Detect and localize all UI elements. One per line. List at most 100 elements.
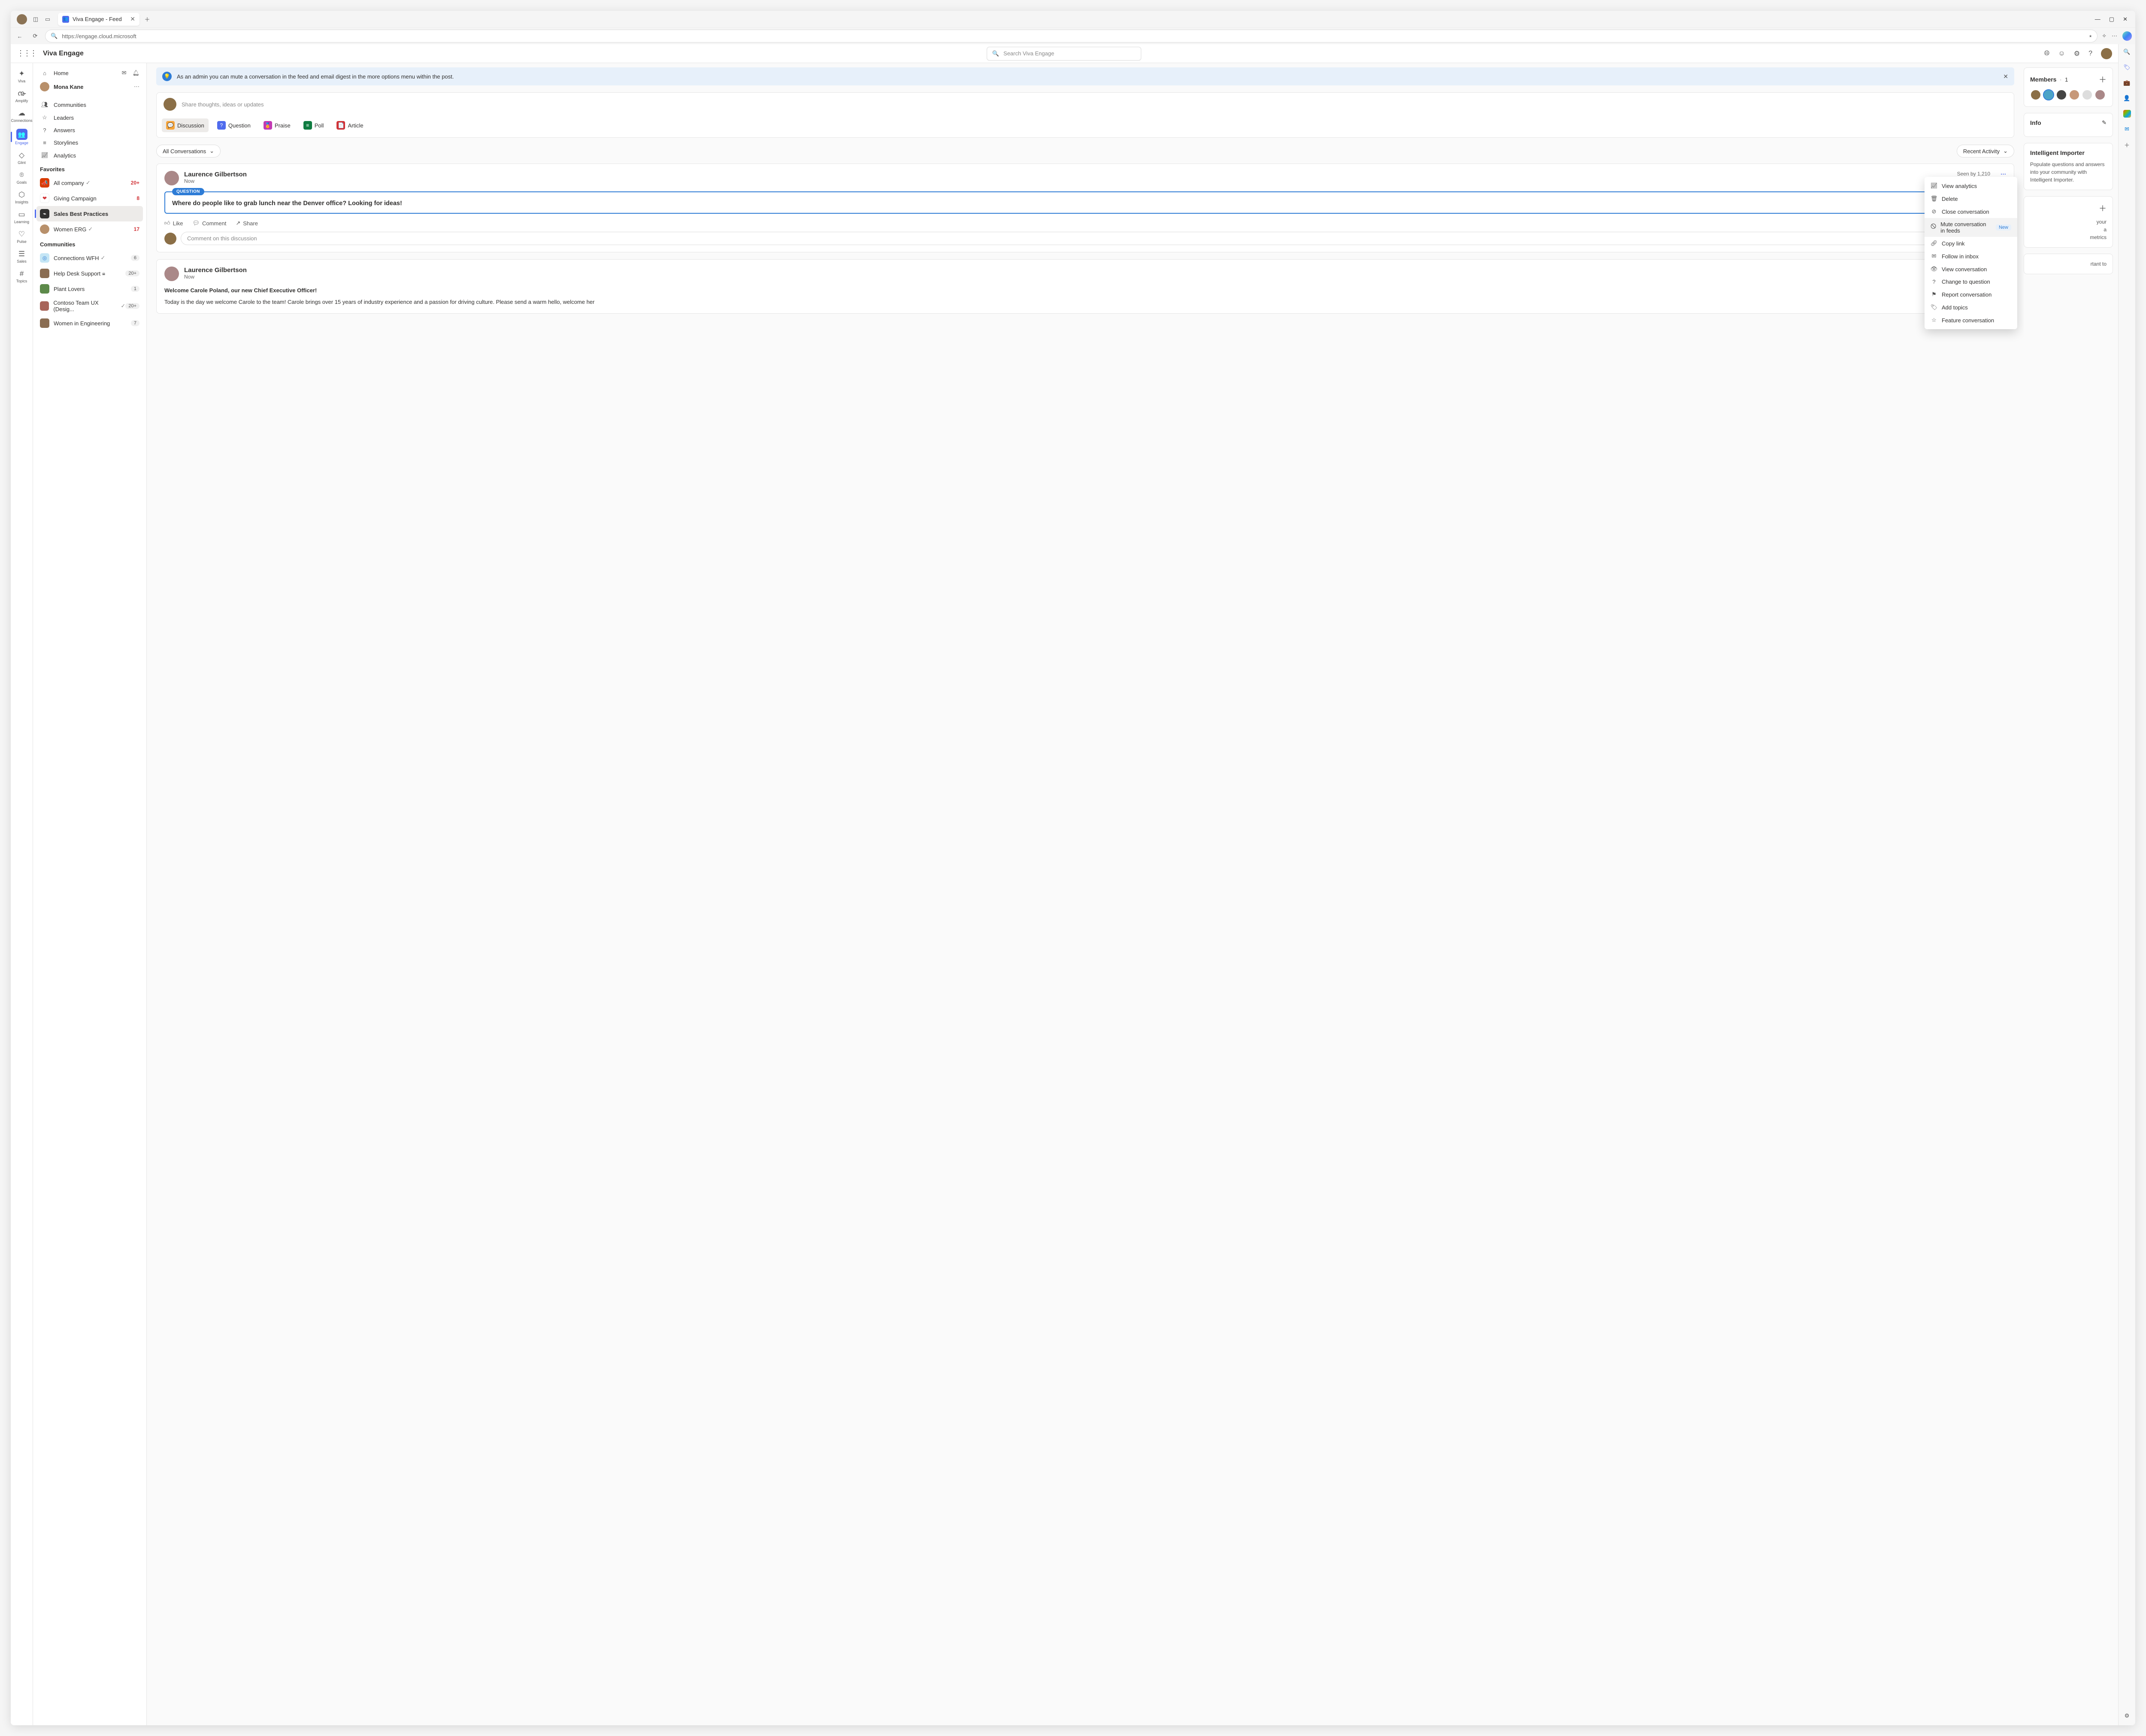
settings-icon[interactable]: ⚙ xyxy=(2074,49,2080,58)
com-help-desk[interactable]: Help Desk Support🔒︎20+ xyxy=(36,266,143,281)
compose-tab-discussion[interactable]: 💬Discussion xyxy=(162,118,209,132)
like-button[interactable]: 👍︎Like xyxy=(164,220,183,227)
emoji-icon[interactable]: ☺ xyxy=(2058,50,2065,58)
edit-info-icon[interactable]: ✎ xyxy=(2102,119,2107,126)
filter-recent-activity[interactable]: Recent Activity⌄ xyxy=(1957,145,2014,158)
compose-tab-praise[interactable]: 🏅Praise xyxy=(259,118,295,132)
sidebar-add-icon[interactable]: ＋ xyxy=(2122,139,2132,150)
user-more-icon[interactable]: ⋯ xyxy=(134,83,139,90)
verified-icon: ✓ xyxy=(86,179,91,186)
workspaces-icon[interactable]: ◫ xyxy=(31,15,40,24)
user-avatar[interactable] xyxy=(2101,48,2112,59)
member-avatar[interactable] xyxy=(2094,89,2106,100)
fav-women-erg[interactable]: Women ERG✓17 xyxy=(36,221,143,237)
close-tab-icon[interactable]: ✕ xyxy=(130,15,135,23)
menu-mute-conversation[interactable]: 🛇Mute conversation in feedsNew xyxy=(1925,218,2017,237)
compose-tab-article[interactable]: 📄Article xyxy=(332,118,367,132)
rail-amplify[interactable]: ൹Amplify xyxy=(11,86,33,106)
menu-view-analytics[interactable]: 📈︎View analytics xyxy=(1925,179,2017,192)
back-button[interactable]: ← xyxy=(14,30,25,42)
sidebar-o365-icon[interactable] xyxy=(2122,109,2132,119)
profile-avatar[interactable] xyxy=(17,14,27,24)
help-icon[interactable]: ? xyxy=(2088,50,2092,58)
sidebar-people-icon[interactable]: 👤 xyxy=(2122,93,2132,103)
members-card: Members · 1 ＋ xyxy=(2024,67,2113,107)
menu-copy-link[interactable]: 🔗︎Copy link xyxy=(1925,237,2017,250)
comment-input[interactable]: Comment on this discussion xyxy=(181,232,2006,245)
minimize-button[interactable]: — xyxy=(2095,16,2101,23)
banner-close-icon[interactable]: ✕ xyxy=(2003,73,2008,80)
sidebar-tag-icon[interactable]: 🏷 xyxy=(2122,62,2132,73)
notifications-icon[interactable]: 🔔︎ xyxy=(132,70,139,76)
close-window-button[interactable]: ✕ xyxy=(2123,16,2128,23)
post-author-avatar[interactable] xyxy=(164,171,179,185)
com-plant-lovers[interactable]: Plant Lovers1 xyxy=(36,281,143,297)
inbox-icon[interactable]: ✉ xyxy=(122,70,127,76)
rail-sales[interactable]: ☰Sales xyxy=(11,247,33,267)
menu-delete[interactable]: 🗑︎Delete xyxy=(1925,192,2017,205)
favorites-icon[interactable]: ✧ xyxy=(2102,33,2107,39)
read-aloud-icon[interactable]: ⭑ xyxy=(2089,33,2092,39)
menu-view-conversation[interactable]: 👁︎View conversation xyxy=(1925,263,2017,276)
rail-engage[interactable]: Engage xyxy=(11,126,33,148)
menu-report[interactable]: ⚑Report conversation xyxy=(1925,288,2017,301)
browser-tab[interactable]: Viva Engage - Feed ✕ xyxy=(58,13,139,26)
rail-insights[interactable]: ⬡Insights xyxy=(11,188,33,207)
post-author-name[interactable]: Laurence Gilbertson xyxy=(184,171,247,178)
rail-learning[interactable]: ▭Learning xyxy=(11,207,33,227)
post-author-name[interactable]: Laurence Gilbertson xyxy=(184,267,247,274)
menu-close-conversation[interactable]: ⊘Close conversation xyxy=(1925,205,2017,218)
globe-icon[interactable]: 🌐︎ xyxy=(2044,50,2050,58)
member-avatar[interactable] xyxy=(2056,89,2067,100)
add-member-button[interactable]: ＋ xyxy=(2099,74,2107,85)
sidebar-briefcase-icon[interactable]: 💼 xyxy=(2122,78,2132,88)
member-avatar[interactable] xyxy=(2082,89,2093,100)
share-button[interactable]: ↗Share xyxy=(236,220,258,227)
sidebar-settings-icon[interactable]: ⚙ xyxy=(2122,1711,2132,1721)
add-icon[interactable]: ＋ xyxy=(2099,203,2107,214)
filter-all-conversations[interactable]: All Conversations⌄ xyxy=(156,145,221,158)
refresh-button[interactable]: ⟳ xyxy=(30,30,41,42)
comment-button[interactable]: 💬︎Comment xyxy=(192,220,226,227)
com-connections-wfh[interactable]: ◎Connections WFH✓6 xyxy=(36,250,143,266)
nav-communities[interactable]: 👥︎Communities xyxy=(36,98,143,111)
nav-leaders[interactable]: ☆Leaders xyxy=(36,111,143,124)
url-input[interactable]: 🔍 https://engage.cloud.microsoft ⭑ xyxy=(45,30,2098,42)
nav-answers[interactable]: ?Answers xyxy=(36,124,143,136)
rail-glint[interactable]: ◇Glint xyxy=(11,148,33,168)
menu-add-topics[interactable]: 🏷︎Add topics xyxy=(1925,301,2017,314)
menu-follow-inbox[interactable]: ✉Follow in inbox xyxy=(1925,250,2017,263)
nav-analytics[interactable]: 📈︎Analytics xyxy=(36,149,143,162)
com-women-engineering[interactable]: Women in Engineering7 xyxy=(36,315,143,331)
nav-user[interactable]: Mona Kane ⋯ xyxy=(36,79,143,94)
tab-actions-icon[interactable]: ▭ xyxy=(43,15,52,24)
copilot-icon[interactable] xyxy=(2122,31,2132,41)
member-avatar[interactable] xyxy=(2030,89,2041,100)
app-launcher-icon[interactable]: ⋮⋮⋮ xyxy=(17,49,36,58)
fav-sales-best-practices[interactable]: ⌁Sales Best Practices xyxy=(36,206,143,221)
fav-giving[interactable]: ❤Giving Campaign8 xyxy=(36,191,143,206)
fav-all-company[interactable]: 📣All company✓20+ xyxy=(36,175,143,191)
nav-storylines[interactable]: ≡Storylines xyxy=(36,136,143,149)
menu-change-to-question[interactable]: ?Change to question xyxy=(1925,276,2017,288)
menu-feature[interactable]: ☆Feature conversation xyxy=(1925,314,2017,327)
new-tab-button[interactable]: ＋ xyxy=(143,15,152,24)
more-icon[interactable]: ⋯ xyxy=(2112,33,2117,39)
rail-topics[interactable]: #Topics xyxy=(11,267,33,286)
rail-viva[interactable]: ✦Viva xyxy=(11,67,33,86)
sidebar-search-icon[interactable]: 🔍 xyxy=(2122,47,2132,57)
rail-pulse[interactable]: ♡Pulse xyxy=(11,227,33,247)
composer-input[interactable]: Share thoughts, ideas or updates xyxy=(182,101,264,108)
com-contoso-ux[interactable]: Contoso Team UX (Desig...✓20+ xyxy=(36,297,143,315)
member-avatar[interactable] xyxy=(2043,89,2054,100)
member-avatar[interactable] xyxy=(2069,89,2080,100)
maximize-button[interactable]: ▢ xyxy=(2109,16,2114,23)
sidebar-outlook-icon[interactable]: ✉ xyxy=(2122,124,2132,134)
nav-home[interactable]: ⌂ Home ✉ 🔔︎ xyxy=(36,67,143,79)
post-author-avatar[interactable] xyxy=(164,267,179,281)
compose-tab-poll[interactable]: ≡Poll xyxy=(299,118,328,132)
rail-goals[interactable]: ⌾Goals xyxy=(11,168,33,188)
suite-search-input[interactable]: 🔍 Search Viva Engage xyxy=(987,47,1141,61)
rail-connections[interactable]: ☁Connections xyxy=(11,106,33,126)
compose-tab-question[interactable]: ?Question xyxy=(213,118,255,132)
